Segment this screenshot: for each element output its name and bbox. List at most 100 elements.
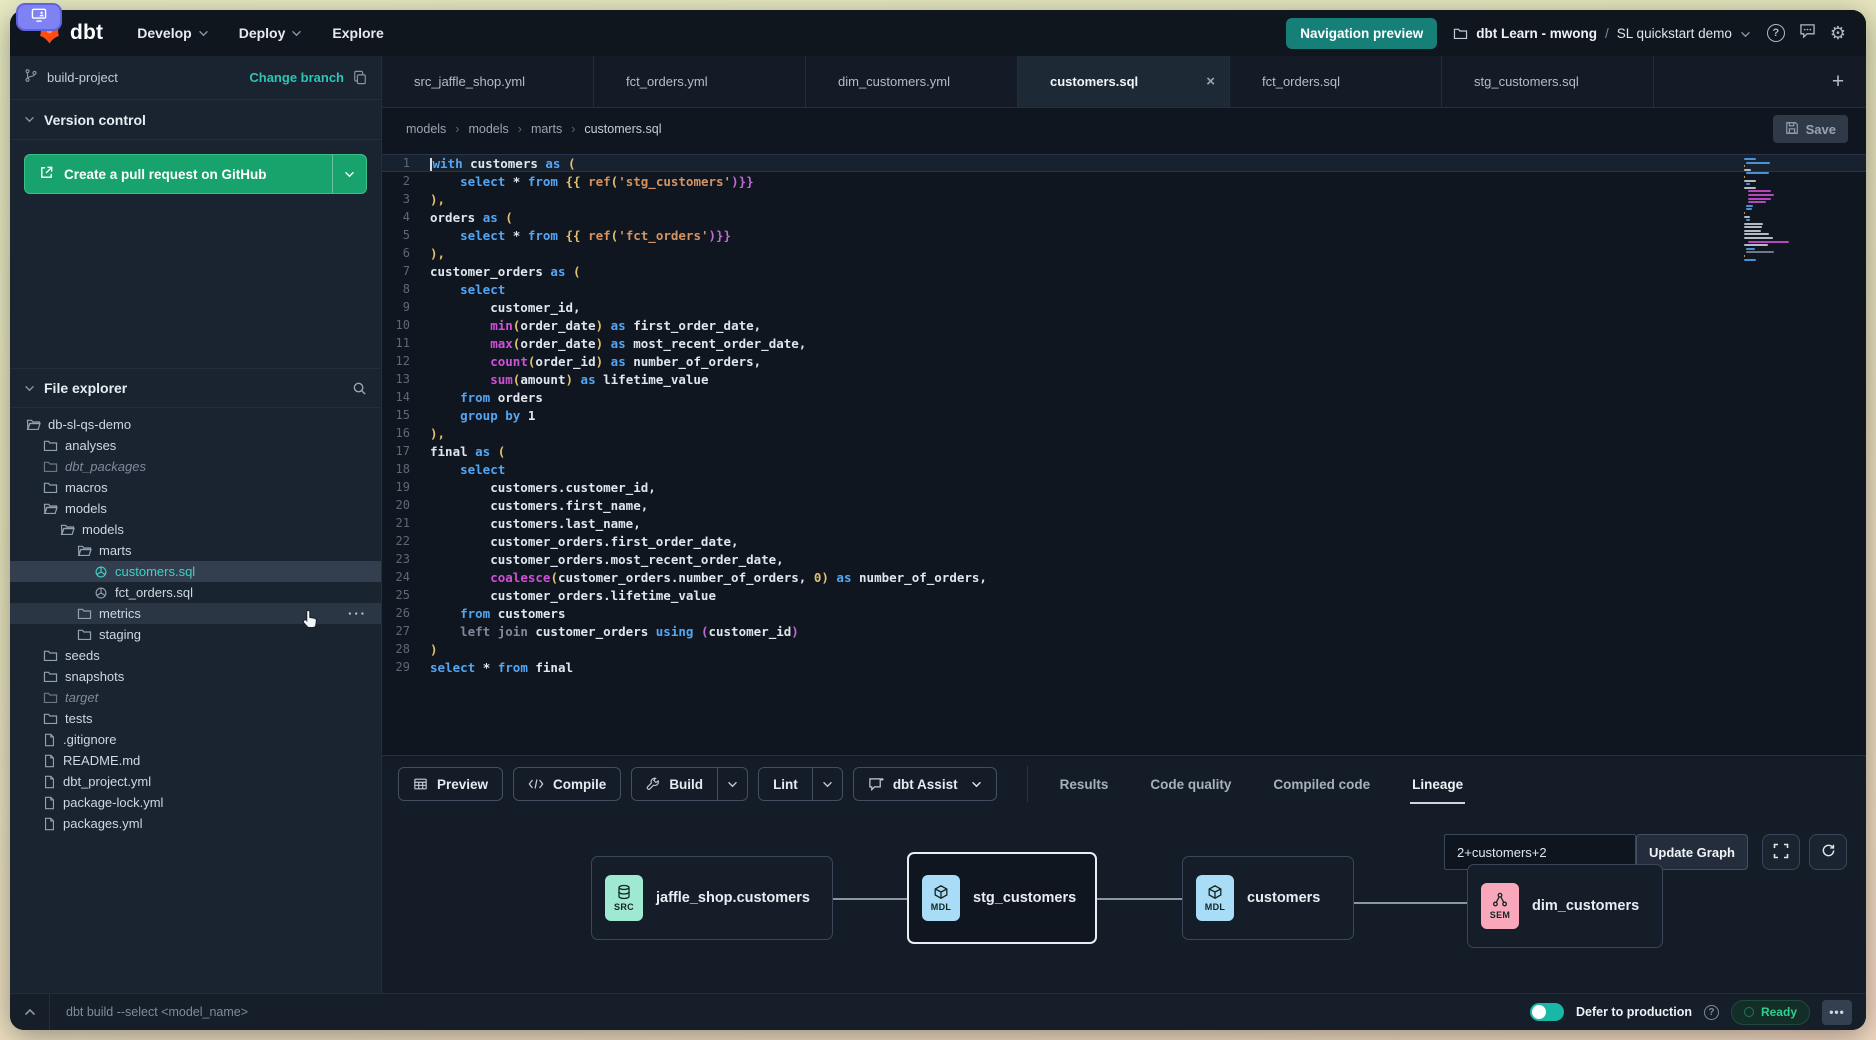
help-icon[interactable]: ? (1767, 24, 1785, 42)
close-tab-icon[interactable]: × (1206, 73, 1215, 90)
row-menu-icon[interactable]: ··· (348, 606, 367, 621)
file-tree-item-customers-sql[interactable]: customers.sql (10, 561, 381, 582)
feedback-icon[interactable] (1799, 23, 1816, 43)
code-line[interactable]: 5 select * from {{ ref('fct_orders')}} (382, 226, 1866, 244)
code-line[interactable]: 23 customer_orders.most_recent_order_dat… (382, 550, 1866, 568)
tab-fct-orders-yml[interactable]: fct_orders.yml (594, 56, 806, 107)
code-line[interactable]: 20 customers.first_name, (382, 496, 1866, 514)
code-line[interactable]: 3), (382, 190, 1866, 208)
tab-dim-customers-yml[interactable]: dim_customers.yml (806, 56, 1018, 107)
code-line[interactable]: 25 customer_orders.lifetime_value (382, 586, 1866, 604)
file-tree-item-models[interactable]: models (10, 498, 381, 519)
code-line[interactable]: 1with customers as ( (382, 154, 1866, 172)
create-pr-button[interactable]: Create a pull request on GitHub (24, 154, 367, 194)
gear-icon[interactable]: ⚙ (1830, 24, 1846, 42)
tab-compiled-code[interactable]: Compiled code (1271, 767, 1372, 802)
code-line[interactable]: 9 customer_id, (382, 298, 1866, 316)
file-tree-item-readme-md[interactable]: README.md (10, 750, 381, 771)
build-dropdown-caret[interactable] (717, 768, 747, 800)
file-tree-item-staging[interactable]: staging (10, 624, 381, 645)
refresh-graph-button[interactable] (1809, 834, 1847, 870)
code-line[interactable]: 17final as ( (382, 442, 1866, 460)
preview-button[interactable]: Preview (398, 767, 503, 801)
code-line[interactable]: 11 max(order_date) as most_recent_order_… (382, 334, 1866, 352)
code-line[interactable]: 26 from customers (382, 604, 1866, 622)
file-tree-item-analyses[interactable]: analyses (10, 435, 381, 456)
tab-code-quality[interactable]: Code quality (1148, 767, 1233, 802)
code-line[interactable]: 4orders as ( (382, 208, 1866, 226)
lineage-node-customers[interactable]: MDLcustomers (1182, 856, 1354, 940)
dbt-assist-button[interactable]: dbt Assist (853, 767, 997, 801)
lineage-graph[interactable]: 2+customers+2 Update Graph SRCjaffle_sho… (382, 812, 1866, 993)
file-tree-item-target[interactable]: target (10, 687, 381, 708)
nav-item-explore[interactable]: Explore (332, 25, 383, 41)
lineage-node-stg-customers[interactable]: MDLstg_customers (907, 852, 1097, 944)
file-explorer-header[interactable]: File explorer (10, 368, 381, 408)
copy-icon[interactable] (353, 70, 367, 85)
code-line[interactable]: 29select * from final (382, 658, 1866, 676)
collapse-command-bar-button[interactable] (10, 994, 50, 1030)
file-tree-item-packages-yml[interactable]: packages.yml (10, 813, 381, 834)
code-line[interactable]: 21 customers.last_name, (382, 514, 1866, 532)
new-tab-button[interactable]: + (1810, 56, 1866, 107)
lint-button[interactable]: Lint (758, 767, 843, 801)
editor-minimap[interactable] (1744, 158, 1808, 262)
file-tree-item-metrics[interactable]: metrics··· (10, 603, 381, 624)
file-tree-item-marts[interactable]: marts (10, 540, 381, 561)
code-line[interactable]: 16), (382, 424, 1866, 442)
defer-toggle[interactable] (1530, 1003, 1564, 1021)
code-line[interactable]: 10 min(order_date) as first_order_date, (382, 316, 1866, 334)
file-tree-item-package-lock-yml[interactable]: package-lock.yml (10, 792, 381, 813)
code-editor[interactable]: 1with customers as (2 select * from {{ r… (382, 150, 1866, 755)
compile-button[interactable]: Compile (513, 767, 621, 801)
code-line[interactable]: 22 customer_orders.first_order_date, (382, 532, 1866, 550)
file-tree-item-dbt-project-yml[interactable]: dbt_project.yml (10, 771, 381, 792)
code-line[interactable]: 24 coalesce(customer_orders.number_of_or… (382, 568, 1866, 586)
file-tree-item-tests[interactable]: tests (10, 708, 381, 729)
code-line[interactable]: 13 sum(amount) as lifetime_value (382, 370, 1866, 388)
code-line[interactable]: 19 customers.customer_id, (382, 478, 1866, 496)
tab-src-jaffle-shop-yml[interactable]: src_jaffle_shop.yml (382, 56, 594, 107)
tab-stg-customers-sql[interactable]: stg_customers.sql (1442, 56, 1654, 107)
file-tree-item-fct-orders-sql[interactable]: fct_orders.sql (10, 582, 381, 603)
code-line[interactable]: 18 select (382, 460, 1866, 478)
command-input[interactable]: dbt build --select <model_name> (66, 1005, 248, 1019)
file-tree-item-snapshots[interactable]: snapshots (10, 666, 381, 687)
search-icon[interactable] (352, 381, 367, 396)
navigation-preview-button[interactable]: Navigation preview (1286, 18, 1437, 49)
code-line[interactable]: 2 select * from {{ ref('stg_customers')}… (382, 172, 1866, 190)
file-tree-item-dbt-packages[interactable]: dbt_packages (10, 456, 381, 477)
code-line[interactable]: 28) (382, 640, 1866, 658)
code-line[interactable]: 15 group by 1 (382, 406, 1866, 424)
code-line[interactable]: 12 count(order_id) as number_of_orders, (382, 352, 1866, 370)
code-line[interactable]: 7customer_orders as ( (382, 262, 1866, 280)
code-line[interactable]: 27 left join customer_orders using (cust… (382, 622, 1866, 640)
lint-dropdown-caret[interactable] (812, 768, 842, 800)
file-tree-item-db-sl-qs-demo[interactable]: db-sl-qs-demo (10, 414, 381, 435)
screen-share-badge[interactable] (16, 3, 62, 31)
tab-customers-sql[interactable]: customers.sql× (1018, 56, 1230, 107)
pr-button-caret[interactable] (332, 155, 366, 193)
defer-help-icon[interactable]: ? (1704, 1005, 1719, 1020)
save-button[interactable]: Save (1773, 115, 1848, 143)
build-button[interactable]: Build (631, 767, 748, 801)
file-tree-item-macros[interactable]: macros (10, 477, 381, 498)
lineage-node-dim-customers[interactable]: SEMdim_customers (1467, 864, 1663, 948)
tab-results[interactable]: Results (1058, 767, 1111, 802)
tab-fct-orders-sql[interactable]: fct_orders.sql (1230, 56, 1442, 107)
code-line[interactable]: 8 select (382, 280, 1866, 298)
version-control-header[interactable]: Version control (10, 100, 381, 140)
change-branch-link[interactable]: Change branch (249, 70, 344, 85)
account-breadcrumb[interactable]: dbt Learn - mwong / SL quickstart demo (1453, 26, 1751, 41)
code-line[interactable]: 14 from orders (382, 388, 1866, 406)
fullscreen-button[interactable] (1762, 834, 1800, 870)
file-tree-item--gitignore[interactable]: .gitignore (10, 729, 381, 750)
lineage-node-jaffle-shop-customers[interactable]: SRCjaffle_shop.customers (591, 856, 833, 940)
file-tree-item-models[interactable]: models (10, 519, 381, 540)
more-options-button[interactable]: ••• (1822, 1000, 1852, 1025)
tab-lineage[interactable]: Lineage (1410, 767, 1465, 802)
nav-item-deploy[interactable]: Deploy (239, 25, 303, 41)
code-line[interactable]: 6), (382, 244, 1866, 262)
nav-item-develop[interactable]: Develop (137, 25, 208, 41)
file-tree-item-seeds[interactable]: seeds (10, 645, 381, 666)
